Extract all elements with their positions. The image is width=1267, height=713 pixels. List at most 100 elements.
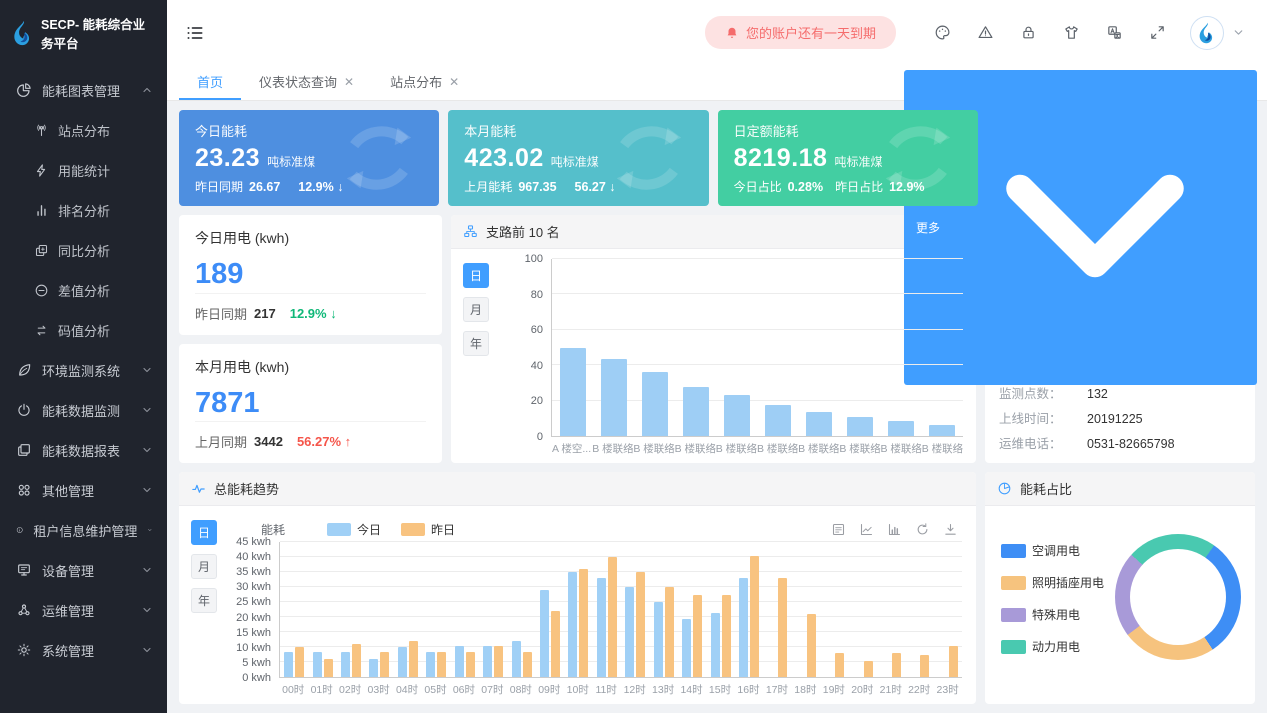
bar-group[interactable] — [422, 542, 450, 677]
chevron-down-icon[interactable] — [1232, 26, 1245, 39]
bar[interactable] — [352, 644, 361, 677]
legend-item-昨日[interactable]: 昨日 — [401, 521, 455, 538]
pie-legend-item-空调用电[interactable]: 空调用电 — [1001, 542, 1104, 559]
bar[interactable] — [682, 619, 691, 678]
sidebar-item-0[interactable]: 能耗图表管理 — [0, 70, 167, 110]
bar[interactable] — [750, 556, 759, 678]
sidebar-subitem-1[interactable]: 用能统计 — [0, 150, 167, 190]
bar-group[interactable] — [706, 542, 734, 677]
bar[interactable] — [683, 387, 709, 436]
bar[interactable] — [601, 359, 627, 436]
bar[interactable] — [295, 647, 304, 677]
account-expiry-alert[interactable]: 您的账户还有一天到期 — [705, 16, 896, 49]
period-toggle-月[interactable]: 月 — [191, 554, 217, 579]
bar[interactable] — [892, 653, 901, 677]
bar-group[interactable] — [905, 542, 933, 677]
sidebar-subitem-4[interactable]: 差值分析 — [0, 270, 167, 310]
sidebar-item-1[interactable]: 环境监测系统 — [0, 350, 167, 390]
bar[interactable] — [654, 602, 663, 677]
bar-group[interactable] — [552, 259, 593, 436]
bar[interactable] — [380, 652, 389, 678]
period-toggle-日[interactable]: 日 — [191, 520, 217, 545]
bar[interactable] — [739, 578, 748, 677]
period-toggle-月[interactable]: 月 — [463, 297, 489, 322]
bar[interactable] — [888, 421, 914, 436]
bar-group[interactable] — [848, 542, 876, 677]
period-toggle-年[interactable]: 年 — [463, 331, 489, 356]
bar[interactable] — [864, 661, 873, 678]
bar-group[interactable] — [934, 542, 962, 677]
sidebar-item-6[interactable]: 设备管理 — [0, 550, 167, 590]
close-icon[interactable]: ✕ — [344, 75, 354, 89]
bar[interactable] — [722, 595, 731, 678]
bar[interactable] — [560, 348, 586, 437]
bar-group[interactable] — [451, 542, 479, 677]
period-toggle-年[interactable]: 年 — [191, 588, 217, 613]
bar[interactable] — [920, 655, 929, 678]
bar-group[interactable] — [881, 259, 922, 436]
bar-group[interactable] — [536, 542, 564, 677]
bar[interactable] — [313, 652, 322, 678]
bar[interactable] — [778, 578, 787, 677]
hamburger-icon[interactable] — [185, 23, 205, 43]
bar-chart-icon[interactable] — [887, 522, 902, 537]
bar-group[interactable] — [593, 259, 634, 436]
bar-group[interactable] — [678, 542, 706, 677]
sidebar-subitem-2[interactable]: 排名分析 — [0, 190, 167, 230]
sidebar-item-8[interactable]: 系统管理 — [0, 630, 167, 670]
bar[interactable] — [369, 659, 378, 677]
bar-group[interactable] — [799, 259, 840, 436]
bar[interactable] — [806, 412, 832, 436]
bar[interactable] — [409, 641, 418, 677]
bar-group[interactable] — [792, 542, 820, 677]
bar[interactable] — [540, 590, 549, 677]
fullscreen-icon[interactable] — [1149, 24, 1166, 41]
bar[interactable] — [284, 652, 293, 678]
refresh-icon[interactable] — [915, 522, 930, 537]
sidebar-item-5[interactable]: 租户信息维护管理 — [0, 510, 167, 550]
bar[interactable] — [455, 646, 464, 678]
bar[interactable] — [835, 653, 844, 677]
bar-group[interactable] — [757, 259, 798, 436]
bar[interactable] — [568, 572, 577, 677]
bar[interactable] — [597, 578, 606, 677]
sidebar-item-4[interactable]: 其他管理 — [0, 470, 167, 510]
bar[interactable] — [483, 646, 492, 678]
bar-group[interactable] — [675, 259, 716, 436]
bar-group[interactable] — [716, 259, 757, 436]
chevron-down-icon[interactable] — [1232, 26, 1245, 39]
bar-group[interactable] — [922, 259, 963, 436]
bar[interactable] — [949, 646, 958, 678]
bar[interactable] — [765, 405, 791, 436]
tab-2[interactable]: 站点分布✕ — [372, 65, 477, 100]
translate-icon[interactable] — [1106, 24, 1123, 41]
bar-group[interactable] — [621, 542, 649, 677]
theme-icon[interactable] — [1063, 24, 1080, 41]
sidebar-subitem-5[interactable]: 码值分析 — [0, 310, 167, 350]
download-icon[interactable] — [943, 522, 958, 537]
bar-group[interactable] — [337, 542, 365, 677]
sidebar-subitem-0[interactable]: 站点分布 — [0, 110, 167, 150]
bar-group[interactable] — [280, 542, 308, 677]
close-icon[interactable]: ✕ — [449, 75, 459, 89]
bar-group[interactable] — [649, 542, 677, 677]
bar-group[interactable] — [820, 542, 848, 677]
bar-group[interactable] — [394, 542, 422, 677]
bar[interactable] — [341, 652, 350, 678]
tab-0[interactable]: 首页 — [179, 65, 241, 100]
bar[interactable] — [642, 372, 668, 436]
bar-group[interactable] — [763, 542, 791, 677]
bar-group[interactable] — [593, 542, 621, 677]
bar-group[interactable] — [735, 542, 763, 677]
pie-legend-item-特殊用电[interactable]: 特殊用电 — [1001, 606, 1104, 623]
bar-group[interactable] — [877, 542, 905, 677]
bar[interactable] — [608, 557, 617, 677]
bar-group[interactable] — [507, 542, 535, 677]
collapse-menu-icon[interactable] — [185, 23, 205, 43]
bar-group[interactable] — [365, 542, 393, 677]
legend-item-今日[interactable]: 今日 — [327, 521, 381, 538]
pie-legend-item-照明插座用电[interactable]: 照明插座用电 — [1001, 574, 1104, 591]
pie-legend-item-动力用电[interactable]: 动力用电 — [1001, 638, 1104, 655]
bar[interactable] — [523, 652, 532, 678]
bar[interactable] — [711, 613, 720, 678]
